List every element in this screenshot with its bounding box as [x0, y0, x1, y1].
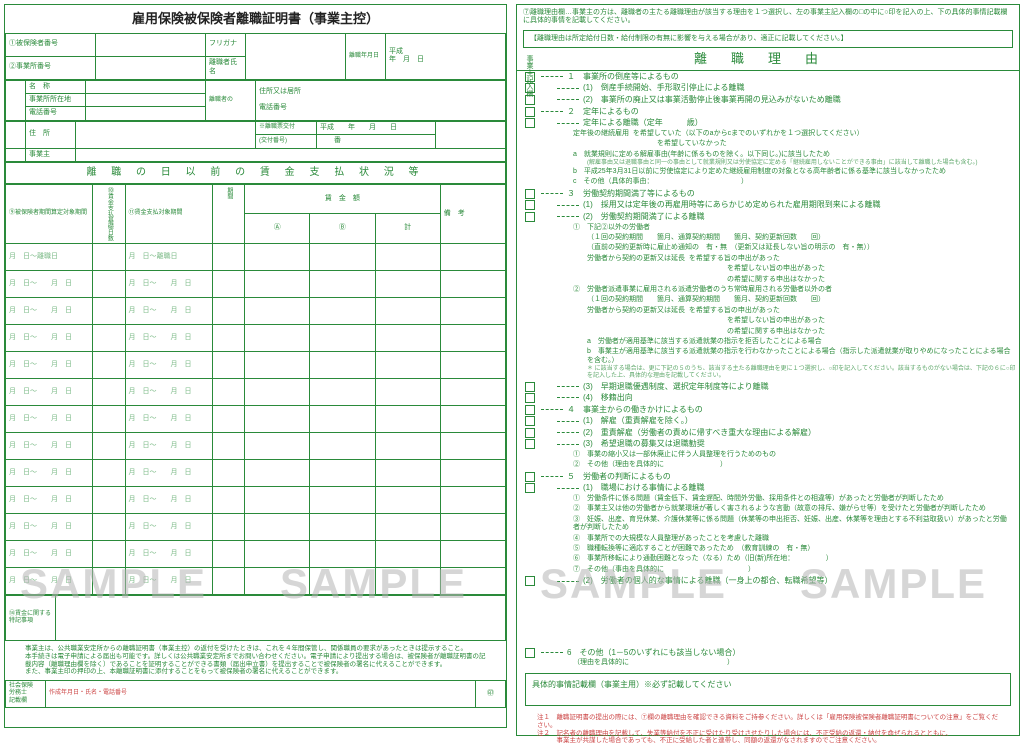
- head-note: ⑦離職理由欄…事業主の方は、離職者の主たる離職理由が該当する理由を１つ選択し、左…: [517, 5, 1019, 30]
- cell[interactable]: [246, 33, 346, 79]
- cell: ②事業所番号: [6, 56, 96, 79]
- cell[interactable]: [96, 56, 206, 79]
- cell: 離職年月日: [346, 33, 386, 79]
- r1: １ 事業所の倒産等によるもの: [517, 71, 1019, 83]
- addr-table: 名 称 離職者の 住所又は居所電話番号 事業所所在地 電話番号: [5, 80, 506, 121]
- soc-table: 社会保険労務士記載欄 作成年月日・氏名・電話番号 ㊞: [5, 680, 506, 708]
- cell: 平成年 月 日: [386, 33, 506, 79]
- tokki-table: ⑭賃金に関する特記事項: [5, 595, 506, 641]
- form-title: 雇用保険被保険者離職証明書（事業主控）: [5, 5, 506, 33]
- cell: 離職者氏名: [206, 56, 246, 79]
- koufu-table: 住 所 ※離職票交付 平成 年 月 日 (交付番号) 番 事業主: [5, 121, 506, 162]
- reason-title: 離職理由: [517, 48, 1019, 71]
- right-footer: 注１ 離職証明書の提出の際には、⑦欄の離職理由を確認できる資料をご持参ください。…: [517, 710, 1019, 749]
- cell: フリガナ: [206, 33, 246, 56]
- detail-box[interactable]: 具体的事情記載欄（事業主用）※必ず記載してください: [525, 673, 1011, 706]
- wage-section-title: 離 職 の 日 以 前 の 賃 金 支 払 状 況 等: [5, 162, 506, 184]
- header-table: ①被保険者番号 フリガナ 離職年月日 平成年 月 日 ②事業所番号 離職者氏名: [5, 33, 506, 80]
- cell: ①被保険者番号: [6, 33, 96, 56]
- wage-table: ⑨被保険者期間算定対象期間 ⑩賃金支払基礎日数 ⑪賃金支払対象期間 期間 賃 金…: [5, 184, 506, 595]
- right-form: ⑦離職理由欄…事業主の方は、離職者の主たる離職理由が該当する理由を１つ選択し、左…: [516, 4, 1020, 736]
- warn: 【離職理由は所定給付日数・給付制限の有無に影響を与える場合があり、適正に記載して…: [523, 30, 1013, 48]
- left-form: 雇用保険被保険者離職証明書（事業主控） ①被保険者番号 フリガナ 離職年月日 平…: [4, 4, 507, 728]
- footer: 事業主は、公共職業安定所からの離職証明書（事業主控）の返付を受けたときは、これを…: [5, 641, 506, 680]
- cell[interactable]: [96, 33, 206, 56]
